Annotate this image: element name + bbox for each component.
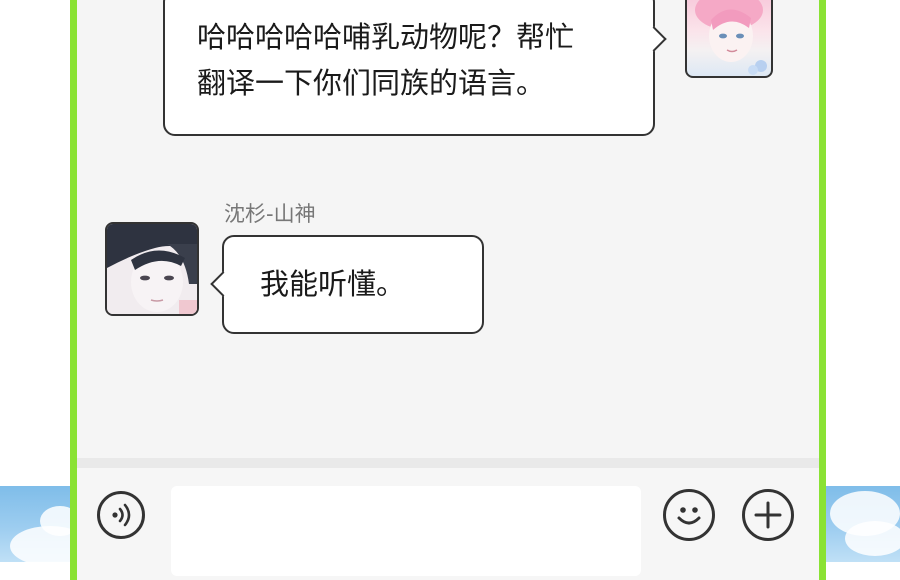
plus-icon (754, 501, 782, 529)
bubble-tail (641, 26, 667, 52)
message-text-line: 翻译一下你们同族的语言。 (197, 66, 546, 100)
message-text: 我能听懂。 (260, 267, 406, 301)
avatar-contact[interactable] (105, 222, 199, 316)
message-bubble-outgoing[interactable]: 哈哈哈哈哈哺乳动物呢？帮忙 翻译一下你们同族的语言。 (163, 0, 667, 136)
cloud (845, 521, 900, 556)
avatar-self[interactable] (685, 0, 773, 78)
avatar-portrait (695, 0, 767, 75)
voice-button[interactable] (97, 491, 145, 539)
chat-area[interactable]: 哈哈哈哈哈哺乳动物呢？帮忙 翻译一下你们同族的语言。 沈杉-山神 我能听懂。 (77, 0, 819, 458)
bubble-tail (210, 271, 236, 297)
message-input[interactable] (171, 486, 641, 576)
voice-icon (112, 503, 131, 527)
phone-frame: 哈哈哈哈哈哺乳动物呢？帮忙 翻译一下你们同族的语言。 沈杉-山神 我能听懂。 (70, 0, 826, 580)
plus-button[interactable] (742, 489, 794, 541)
input-bar (77, 468, 819, 580)
sender-name: 沈杉-山神 (224, 202, 316, 226)
smiley-icon (677, 507, 701, 525)
input-divider (77, 458, 819, 468)
emoji-button[interactable] (663, 489, 715, 541)
message-text-line: 哈哈哈哈哈哺乳动物呢？帮忙 (197, 20, 575, 54)
message-bubble-incoming[interactable]: 我能听懂。 (210, 235, 484, 334)
avatar-portrait (107, 224, 197, 314)
